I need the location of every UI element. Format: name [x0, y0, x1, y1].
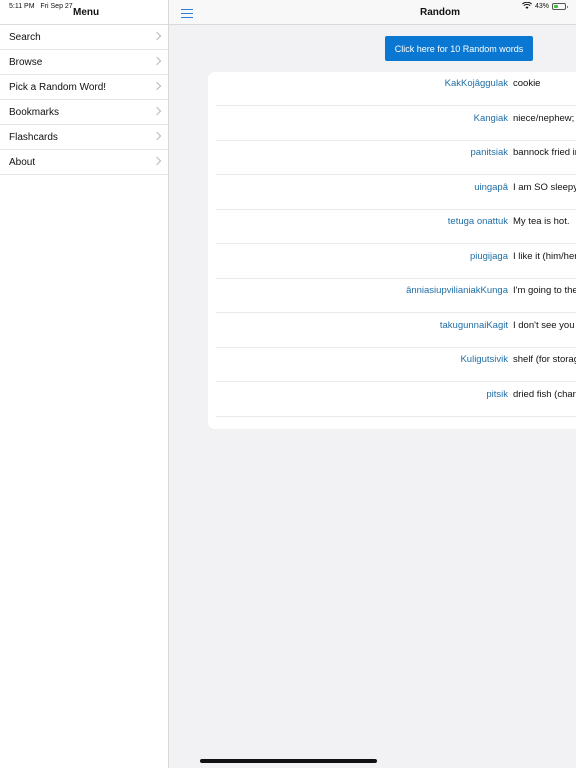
wifi-icon	[522, 2, 532, 9]
menu-item-about[interactable]: About	[0, 150, 168, 175]
word-term[interactable]: pitsik	[486, 389, 508, 400]
word-row[interactable]: KakKojâggulak cookie	[216, 72, 576, 106]
word-entry: takugunnaiKagit I don't see you anymore (…	[440, 320, 576, 332]
menu-item-label: Flashcards	[9, 131, 58, 143]
battery-percent: 43%	[534, 2, 549, 10]
app-screen: Random Click here for 10 Random words Ka…	[0, 0, 576, 768]
battery-icon	[552, 2, 568, 10]
word-definition: dried fish (char or cod/rock cod)	[513, 388, 576, 400]
word-entry: uingapâ I am SO sleepy.	[474, 182, 576, 194]
word-entry: panitsiak bannock fried in oil (also some…	[471, 147, 576, 159]
status-date: Fri Sep 27	[40, 3, 73, 10]
word-definition: niece/nephew; what my father's brother c…	[513, 112, 576, 124]
menu-item-label: Browse	[9, 56, 43, 68]
menu-item-browse[interactable]: Browse	[0, 50, 168, 75]
word-term[interactable]: takugunnaiKagit	[440, 320, 508, 331]
word-entry: pitsik dried fish (char or cod/rock cod)	[486, 389, 576, 401]
word-definition: My tea is hot.	[513, 216, 570, 227]
menu-item-label: Bookmarks	[9, 106, 60, 118]
word-entry: ânniasiupvilianiakKunga I'm going to the …	[406, 285, 576, 297]
sidebar-title: Menu	[73, 7, 100, 18]
word-list-card: KakKojâggulak cookie Kangiak niece/nephew; …	[208, 72, 576, 429]
word-row[interactable]: uingapâ I am SO sleepy.	[216, 176, 576, 210]
main-content: Random Click here for 10 Random words Ka…	[169, 0, 576, 768]
menu-item-search[interactable]: Search	[0, 25, 168, 50]
word-row[interactable]: Kangiak niece/nephew; what my father's br…	[216, 107, 576, 141]
chevron-right-icon	[152, 81, 162, 91]
status-clock: 5:11 PM	[9, 3, 35, 10]
word-term[interactable]: uingapâ	[474, 182, 508, 193]
word-entry: tetuga onattuk My tea is hot.	[448, 216, 570, 228]
word-definition: I am SO sleepy.	[513, 181, 576, 193]
word-term[interactable]: panitsiak	[471, 147, 509, 158]
word-term[interactable]: tetuga onattuk	[448, 216, 508, 227]
chevron-right-icon	[152, 31, 162, 41]
word-entry: piugijaga I like it (him/her).	[470, 251, 576, 263]
word-definition: I'm going to the hospital after (lat	[513, 285, 576, 296]
word-term[interactable]: Kangiak	[474, 113, 508, 124]
status-time: 5:11 PM Fri Sep 27	[9, 3, 73, 10]
sidebar-menu: Menu Search Browse Pick a Random Word! B…	[0, 0, 169, 768]
page-title: Random	[420, 7, 460, 18]
word-row[interactable]: piugijaga I like it (him/her).	[216, 245, 576, 279]
word-definition: I like it (him/her).	[513, 250, 576, 262]
word-definition: I don't see you anymore (you've disappea…	[513, 319, 576, 331]
word-entry: KakKojâggulak cookie	[445, 78, 541, 90]
menu-item-label: Search	[9, 31, 41, 43]
word-entry: Kuligutsivik shelf (for storage)	[460, 354, 576, 366]
word-definition: cookie	[513, 78, 541, 89]
word-term[interactable]: ânniasiupvilianiakKunga	[406, 285, 508, 296]
status-indicators: 43%	[522, 2, 568, 10]
menu-item-random-word[interactable]: Pick a Random Word!	[0, 75, 168, 100]
word-entry: Kangiak niece/nephew; what my father's br…	[474, 113, 576, 125]
chevron-right-icon	[152, 56, 162, 66]
word-row[interactable]: panitsiak bannock fried in oil (also some…	[216, 141, 576, 175]
menu-item-label: About	[9, 156, 36, 168]
word-term[interactable]: Kuligutsivik	[460, 354, 508, 365]
word-row[interactable]: ânniasiupvilianiakKunga I'm going to the …	[216, 279, 576, 313]
word-row[interactable]: pitsik dried fish (char or cod/rock cod)	[216, 383, 576, 417]
navigation-bar: Random	[169, 0, 576, 25]
word-term[interactable]: KakKojâggulak	[445, 78, 508, 89]
chevron-right-icon	[152, 156, 162, 166]
word-row[interactable]: tetuga onattuk My tea is hot.	[216, 210, 576, 244]
menu-item-bookmarks[interactable]: Bookmarks	[0, 100, 168, 125]
hamburger-menu-icon[interactable]	[181, 9, 193, 19]
random-words-button[interactable]: Click here for 10 Random words	[385, 36, 533, 61]
home-indicator[interactable]	[200, 759, 377, 763]
word-term[interactable]: piugijaga	[470, 251, 508, 262]
word-definition: bannock fried in oil (also sometimes san…	[513, 147, 576, 158]
menu-list: Search Browse Pick a Random Word! Bookma…	[0, 25, 168, 175]
menu-item-flashcards[interactable]: Flashcards	[0, 125, 168, 150]
battery-fill	[554, 4, 558, 8]
menu-item-label: Pick a Random Word!	[9, 81, 107, 93]
word-definition: shelf (for storage)	[513, 354, 576, 365]
chevron-right-icon	[152, 106, 162, 116]
word-row[interactable]: takugunnaiKagit I don't see you anymore (…	[216, 314, 576, 348]
chevron-right-icon	[152, 131, 162, 141]
word-row[interactable]: Kuligutsivik shelf (for storage)	[216, 348, 576, 382]
